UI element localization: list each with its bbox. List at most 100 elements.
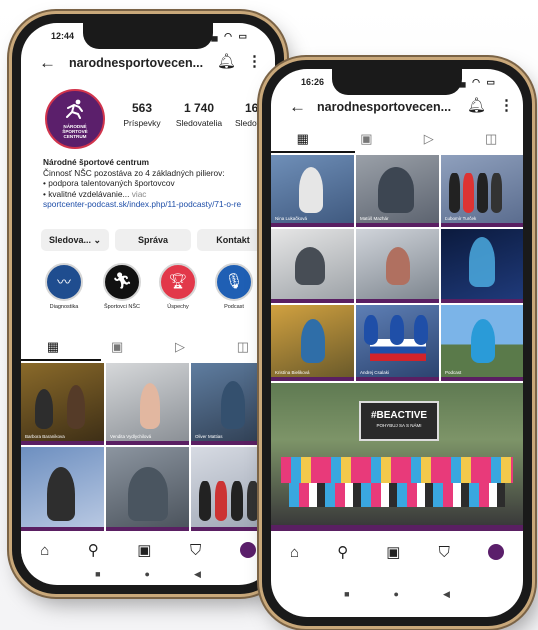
tab-indicator <box>271 151 355 153</box>
screen-left: 12:44 ▂▄ ◠ ▭ ← narodnesportovecen... 🔔︎ … <box>21 23 275 585</box>
contact-button[interactable]: Kontakt <box>197 229 269 251</box>
grid-tab-icon[interactable]: ▦ <box>47 339 59 355</box>
post-thumbnail[interactable] <box>21 447 104 531</box>
profile-tabs: ▦ ▣ ▷ ◫ <box>21 335 275 359</box>
stat-posts[interactable]: 563 Príspevky <box>117 101 167 128</box>
video-tab-icon[interactable]: ▷ <box>175 339 185 355</box>
bottom-nav: ⌂ ⚲ ▣ ⛉ <box>271 537 523 567</box>
beactive-subtitle: POHYBUJ SA S NÁMI <box>376 423 422 428</box>
bio-more-link[interactable]: viac <box>132 189 147 199</box>
post-thumbnail[interactable]: Barbora Baranikova <box>21 363 104 445</box>
profile-avatar-icon[interactable] <box>239 542 256 558</box>
post-grid: Nina Lukačková Matúš Mazhár Ľubomír Turč… <box>271 155 523 531</box>
trophy-icon: 🏆︎ <box>159 263 197 301</box>
tagged-tab-icon[interactable]: ◫ <box>485 131 497 147</box>
tagged-tab-icon[interactable]: ◫ <box>237 339 249 355</box>
recents-icon[interactable]: ■ <box>95 569 100 579</box>
message-button[interactable]: Správa <box>115 229 191 251</box>
post-caption: Oliver Mattias <box>195 434 223 439</box>
bio-name: Národné športové centrum <box>43 157 150 167</box>
highlight-uspechy[interactable]: 🏆︎ Úspechy <box>157 263 199 310</box>
post-thumbnail[interactable]: Vendita Vydlychilová <box>106 363 189 445</box>
shop-icon[interactable]: ⛉ <box>439 544 450 561</box>
highlight-label: Podcast <box>224 304 244 310</box>
stat-followers[interactable]: 1 740 Sledovatelia <box>171 101 227 128</box>
search-icon[interactable]: ⚲ <box>88 541 99 559</box>
shop-icon[interactable]: ⛉ <box>190 542 201 559</box>
grid-tab-icon[interactable]: ▦ <box>297 131 309 147</box>
bell-icon[interactable]: 🔔︎ <box>467 96 486 114</box>
post-thumbnail[interactable] <box>356 229 439 303</box>
crowd-row-2 <box>289 483 505 507</box>
post-grid: Barbora Baranikova Vendita Vydlychilová … <box>21 363 275 531</box>
microphone-icon: 🎙︎ <box>215 263 253 301</box>
heartbeat-icon: 〰 <box>45 263 83 301</box>
follow-button[interactable]: Sledova... ⌄ <box>41 229 109 251</box>
stat-followers-label: Sledovatelia <box>175 118 223 128</box>
crowd-row-1 <box>281 457 513 483</box>
home-circle-icon[interactable]: ● <box>145 569 150 579</box>
runner-icon: 🏃︎ <box>103 263 141 301</box>
highlights-row: 〰 Diagnostika 🏃︎ Športovci NŠC 🏆︎ Úspech… <box>35 263 275 323</box>
post-caption: Kristína Bieliková <box>275 370 310 375</box>
post-thumbnail[interactable]: Nina Lukačková <box>271 155 354 227</box>
back-triangle-icon[interactable]: ◀ <box>194 569 201 580</box>
bottom-nav: ⌂ ⚲ ▣ ⛉ <box>21 535 275 565</box>
beactive-banner-post[interactable]: #BEACTIVE POHYBUJ SA S NÁMI <box>271 383 523 531</box>
video-tab-icon[interactable]: ▷ <box>424 131 434 147</box>
back-arrow-icon[interactable]: ← <box>289 97 306 117</box>
home-icon[interactable]: ⌂ <box>290 544 299 561</box>
home-icon[interactable]: ⌂ <box>40 542 49 559</box>
post-thumbnail[interactable]: Ľubomír Turček <box>441 155 523 227</box>
post-caption: Matúš Mazhár <box>360 216 389 221</box>
highlight-sportovci[interactable]: 🏃︎ Športovci NŠC <box>99 263 145 310</box>
status-time: 12:44 <box>51 31 75 41</box>
avatar-text-3: CENTRUM <box>63 134 87 139</box>
post-caption: Andrej Csalaki <box>360 370 390 375</box>
highlight-diagnostika[interactable]: 〰 Diagnostika <box>43 263 85 310</box>
runner-logo-icon <box>66 99 83 119</box>
highlight-podcast[interactable]: 🎙︎ Podcast <box>213 263 255 310</box>
reels-icon[interactable]: ▣ <box>386 543 400 561</box>
profile-avatar-icon[interactable] <box>487 544 504 560</box>
more-icon[interactable]: ⋮ <box>499 96 514 114</box>
bio-bullet-1: • podpora talentovaných športovcov <box>43 178 175 188</box>
stats-row: 563 Príspevky 1 740 Sledovatelia 160 Sle… <box>117 101 275 141</box>
search-icon[interactable]: ⚲ <box>337 543 348 561</box>
stat-followers-value: 1 740 <box>183 101 215 115</box>
post-thumbnail[interactable]: Matúš Mazhár <box>356 155 439 227</box>
username: narodnesportovecen... <box>317 100 452 114</box>
more-icon[interactable]: ⋮ <box>247 52 262 70</box>
recents-icon[interactable]: ■ <box>344 589 349 599</box>
bio: Národné športové centrum Činnosť NŠC poz… <box>43 157 275 210</box>
system-nav: ■ ● ◀ <box>271 583 523 605</box>
post-thumbnail[interactable]: Andrej Csalaki <box>356 305 439 381</box>
post-thumbnail[interactable] <box>271 229 354 303</box>
phone-right: 16:26 ▂▄ ◠ ▭ ← narodnesportovecen... 🔔︎ … <box>262 60 532 626</box>
avatar[interactable]: NÁRODNÉ ŠPORTOVÉ CENTRUM <box>45 89 105 149</box>
post-caption: Nina Lukačková <box>275 216 308 221</box>
bio-bullet-1-text: podpora talentovaných športovcov <box>48 178 175 188</box>
post-thumbnail[interactable]: Kristína Bieliková <box>271 305 354 381</box>
home-circle-icon[interactable]: ● <box>394 589 399 599</box>
bell-icon[interactable]: 🔔︎ <box>217 52 236 70</box>
post-thumbnail[interactable] <box>441 229 523 303</box>
reels-tab-icon[interactable]: ▣ <box>111 339 123 355</box>
stat-posts-label: Príspevky <box>123 118 161 128</box>
back-arrow-icon[interactable]: ← <box>39 53 56 73</box>
notch <box>332 69 462 95</box>
chevron-down-icon: ⌄ <box>93 235 102 245</box>
notch <box>83 23 213 49</box>
post-caption: Podcast <box>445 370 462 375</box>
back-triangle-icon[interactable]: ◀ <box>443 589 450 600</box>
highlight-label: Úspechy <box>167 304 189 310</box>
stat-posts-value: 563 <box>131 101 153 115</box>
post-thumbnail[interactable] <box>106 447 189 531</box>
beactive-title: #BEACTIVE <box>370 410 428 421</box>
bio-link[interactable]: sportcenter-podcast.sk/index.php/11-podc… <box>43 199 275 210</box>
reels-tab-icon[interactable]: ▣ <box>360 131 372 147</box>
post-thumbnail[interactable]: Podcast <box>441 305 523 381</box>
post-caption: Vendita Vydlychilová <box>110 434 152 439</box>
reels-icon[interactable]: ▣ <box>137 541 151 559</box>
system-nav: ■ ● ◀ <box>21 563 275 585</box>
